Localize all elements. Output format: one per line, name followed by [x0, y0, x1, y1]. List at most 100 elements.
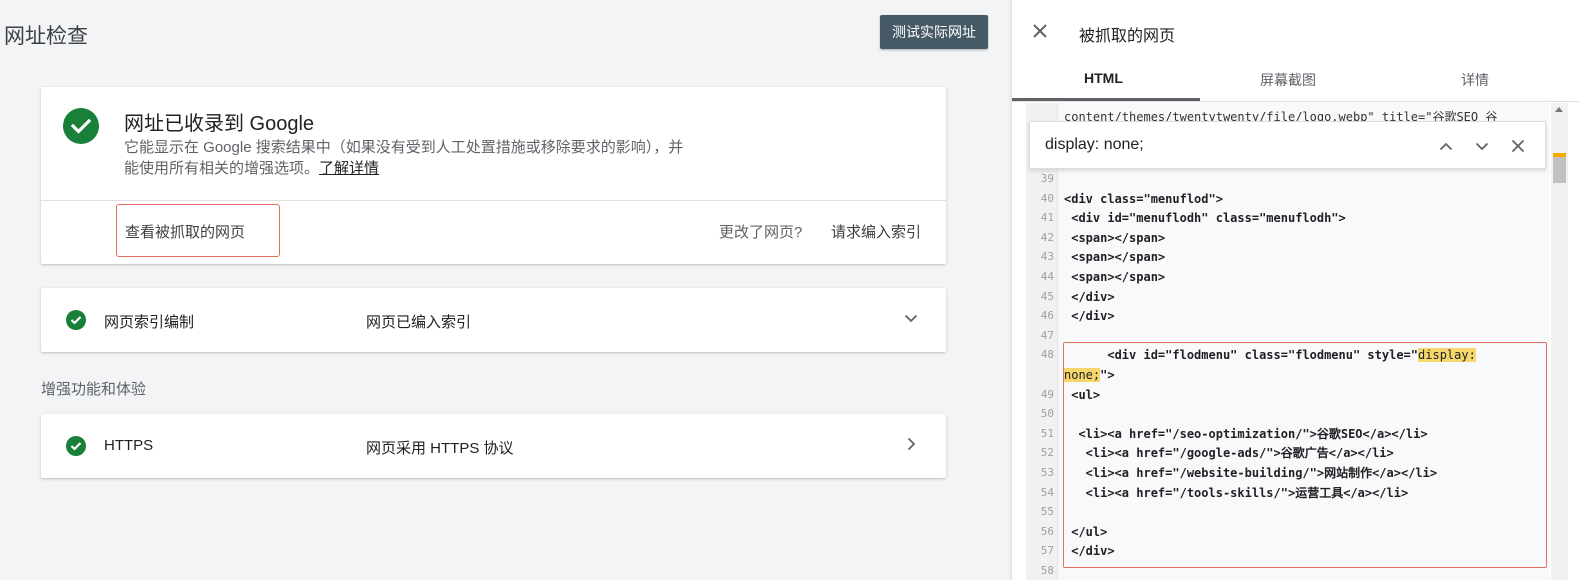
scrollbar[interactable] — [1551, 103, 1568, 580]
row-value: 网页采用 HTTPS 协议 — [366, 440, 514, 457]
code-line: 47 — [1026, 326, 1550, 346]
code-line: 45 </div> — [1026, 287, 1550, 307]
tab-details[interactable]: 详情 — [1461, 70, 1489, 90]
code-text: <span></span> — [1064, 230, 1166, 245]
code-text: <span></span> — [1064, 270, 1166, 284]
code-text: <div id="flodmenu" class="flodmenu" styl… — [1064, 348, 1476, 363]
code-line: 44 <span></span> — [1026, 267, 1550, 287]
page-title: 网址检查 — [4, 25, 88, 48]
crawled-page-panel: 被抓取的网页 HTML 屏幕截图 详情 content/themes/twent… — [1012, 0, 1579, 580]
active-tab-indicator — [1012, 98, 1200, 101]
code-line: 43 <span></span> — [1026, 247, 1550, 267]
code-line: 42 <span></span> — [1026, 228, 1550, 248]
tab-screenshot[interactable]: 屏幕截图 — [1260, 70, 1316, 90]
code-line: 56 </ul> — [1026, 522, 1550, 542]
line-number: 49 — [1040, 387, 1054, 401]
line-number: 53 — [1040, 466, 1054, 479]
view-crawled-page-button[interactable]: 查看被抓取的网页 — [116, 204, 280, 257]
line-number: 57 — [1040, 544, 1054, 558]
panel-title: 被抓取的网页 — [1079, 28, 1176, 45]
success-check-icon — [63, 108, 99, 144]
code-line: 55 — [1026, 502, 1550, 522]
row-value: 网页已编入索引 — [366, 314, 472, 331]
code-line: 58 — [1026, 561, 1550, 580]
code-text: <div id="menuflodh" class="menuflodh"> — [1064, 211, 1346, 226]
indexed-status-card: 网址已收录到 Google 它能显示在 Google 搜索结果中（如果没有受到人… — [41, 87, 946, 264]
code-text: <span></span> — [1064, 250, 1166, 265]
code-line: 53 <li><a href="/website-building/">网站制作… — [1026, 463, 1550, 483]
code-text: none;"> — [1064, 368, 1115, 382]
html-code-view: content/themes/twentytwenty/file/logo.we… — [1026, 103, 1550, 580]
panel-tabs: HTML 屏幕截图 详情 — [1012, 58, 1579, 102]
divider — [41, 200, 946, 201]
code-text: <li><a href="/seo-optimization/">谷歌SEO</… — [1064, 426, 1428, 441]
code-text: <ul> — [1064, 387, 1101, 402]
code-text: </ul> — [1064, 524, 1108, 539]
line-number: 43 — [1040, 250, 1054, 264]
chevron-down-icon[interactable] — [901, 308, 921, 328]
tab-html[interactable]: HTML — [1084, 70, 1123, 86]
check-icon — [66, 310, 86, 330]
line-number: 39 — [1040, 172, 1054, 185]
code-text: </div> — [1064, 289, 1115, 304]
code-line: 40 <div class="menuflod"> — [1026, 189, 1550, 209]
enhancements-section-label: 增强功能和体验 — [41, 381, 147, 398]
line-number: 52 — [1040, 446, 1054, 460]
check-icon — [66, 436, 86, 456]
page-indexing-row[interactable]: 网页索引编制 网页已编入索引 — [41, 288, 946, 352]
code-line: 50 — [1026, 404, 1550, 424]
row-label: HTTPS — [104, 437, 154, 454]
code-text: <div class="menuflod"> — [1064, 191, 1223, 206]
code-text: </div> — [1064, 309, 1115, 324]
https-row[interactable]: HTTPS 网页采用 HTTPS 协议 — [41, 414, 946, 478]
close-icon[interactable] — [1030, 21, 1050, 41]
line-number: 40 — [1040, 191, 1054, 205]
scroll-up-arrow-icon[interactable] — [1555, 107, 1563, 112]
search-match-highlight: none; — [1064, 368, 1101, 382]
find-input[interactable]: display: none; — [1045, 136, 1144, 154]
status-description-text: 它能显示在 Google 搜索结果中（如果没有受到人工处置措施或移除要求的影响）… — [124, 139, 684, 177]
url-inspection-area: 网址检查 测试实际网址 网址已收录到 Google 它能显示在 Google 搜… — [0, 0, 1012, 580]
line-number: 58 — [1040, 564, 1054, 577]
line-number: 56 — [1040, 524, 1054, 538]
line-number: 48 — [1040, 348, 1054, 362]
code-line: 49 <ul> — [1026, 385, 1550, 405]
code-text: <li><a href="/google-ads/">谷歌广告</a></li> — [1064, 446, 1394, 461]
code-line: none;"> — [1026, 365, 1550, 385]
line-number: 41 — [1040, 211, 1054, 225]
code-text: <li><a href="/tools-skills/">运营工具</a></l… — [1064, 485, 1409, 500]
view-crawled-page-label: 查看被抓取的网页 — [125, 224, 246, 241]
line-number: 44 — [1040, 270, 1054, 283]
search-match-marker — [1553, 153, 1566, 157]
code-line: 48 <div id="flodmenu" class="flodmenu" s… — [1026, 345, 1550, 365]
page-changed-question: 更改了网页? — [719, 224, 803, 241]
line-number: 51 — [1040, 426, 1054, 440]
learn-more-link[interactable]: 了解详情 — [319, 160, 379, 177]
request-indexing-button[interactable]: 请求编入索引 — [831, 221, 921, 242]
status-description: 它能显示在 Google 搜索结果中（如果没有受到人工处置措施或移除要求的影响）… — [124, 137, 684, 179]
code-line: 54 <li><a href="/tools-skills/">运营工具</a>… — [1026, 483, 1550, 503]
status-title: 网址已收录到 Google — [124, 113, 315, 135]
code-line: 51 <li><a href="/seo-optimization/">谷歌SE… — [1026, 424, 1550, 444]
code-line: 41 <div id="menuflodh" class="menuflodh"… — [1026, 208, 1550, 228]
chevron-down-icon[interactable] — [1471, 135, 1493, 157]
line-number: 45 — [1040, 289, 1054, 303]
search-match-highlight: display: — [1418, 348, 1476, 363]
test-live-url-button[interactable]: 测试实际网址 — [880, 15, 988, 49]
code-text: </div> — [1064, 544, 1115, 559]
code-line: 39 — [1026, 169, 1550, 189]
code-text: <li><a href="/website-building/">网站制作</a… — [1064, 466, 1438, 480]
scroll-thumb[interactable] — [1553, 153, 1566, 183]
code-line: 52 <li><a href="/google-ads/">谷歌广告</a></… — [1026, 443, 1550, 463]
line-number: 55 — [1040, 505, 1054, 519]
chevron-right-icon[interactable] — [901, 434, 921, 454]
chevron-up-icon[interactable] — [1435, 135, 1457, 157]
line-number: 54 — [1040, 485, 1054, 499]
row-label: 网页索引编制 — [104, 314, 195, 331]
line-number: 42 — [1040, 230, 1054, 244]
close-icon[interactable] — [1507, 135, 1529, 157]
line-number: 50 — [1040, 407, 1054, 421]
code-line: 57 </div> — [1026, 541, 1550, 561]
line-number: 46 — [1040, 309, 1054, 323]
find-in-code-bar: display: none; — [1029, 121, 1546, 169]
